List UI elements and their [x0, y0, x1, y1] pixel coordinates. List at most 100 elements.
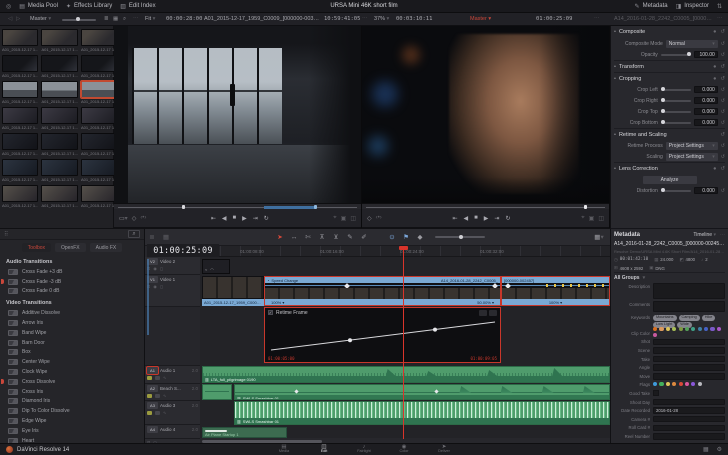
flag-swatch[interactable] [666, 382, 670, 386]
flag-swatch[interactable] [672, 382, 676, 386]
source-timecode[interactable]: 10:59:41:05 [324, 16, 360, 22]
clip-color-swatch[interactable] [653, 333, 657, 337]
clip-color-swatch[interactable] [653, 327, 657, 331]
timeline-viewer-options-icon[interactable]: ⋯ [594, 16, 600, 22]
media-clip[interactable]: A01_2015-12-17 1... [81, 55, 117, 78]
timeline-selector[interactable]: Master ▾ [470, 16, 491, 22]
media-clip[interactable]: A01_2015-12-17 1... [2, 29, 38, 52]
track-auto-icon[interactable]: ◻ [160, 284, 163, 289]
retime-process-reset-icon[interactable]: ↺ [721, 143, 725, 149]
timeline-grid-icon[interactable]: ▦ [159, 233, 173, 241]
media-pool-options-icon[interactable]: ⋯ [133, 16, 139, 22]
bin-back-icon[interactable]: ◁ [8, 16, 12, 22]
angle-input[interactable] [653, 364, 725, 371]
media-clip-selected[interactable]: A01_2015-12-17 1... [81, 81, 117, 104]
flag-swatch[interactable] [685, 382, 689, 386]
stop-button[interactable]: ■ [474, 215, 478, 221]
timeline-viewer-image[interactable] [362, 26, 609, 203]
transition-item[interactable]: Box [0, 348, 144, 358]
clip-color-swatch[interactable] [666, 327, 670, 331]
media-clip[interactable]: A01_2015-12-17 1... [41, 107, 77, 130]
transition-item[interactable]: Cross Fade -3 dB [0, 277, 144, 287]
scaling-reset-icon[interactable]: ↺ [721, 154, 725, 160]
solo-button[interactable] [155, 376, 160, 380]
goto-first-frame-button[interactable]: ⇤ [453, 215, 458, 222]
transition-item[interactable]: Cross Iris [0, 387, 144, 397]
transition-item[interactable]: Edge Wipe [0, 416, 144, 426]
scene-input[interactable] [653, 347, 725, 354]
media-clip[interactable]: A01_2015-12-17 1... [81, 107, 117, 130]
pen-tool[interactable]: ✎ [343, 233, 357, 241]
thumb-view-icon[interactable]: ▦ [113, 16, 118, 22]
match-frame-icon[interactable]: ⌖ [581, 215, 584, 222]
speed-bar[interactable]: 100% ▾ 50.00% ▾ [265, 299, 500, 305]
cropping-toggle[interactable]: ● [713, 76, 716, 82]
search-icon[interactable]: ⌕ [123, 16, 126, 23]
metadata-options-icon[interactable]: ⋯ [720, 232, 725, 238]
media-clip[interactable]: A01_2015-12-17 1... [2, 185, 38, 208]
keyword-chip[interactable]: Mountains [653, 315, 677, 321]
pen2-tool[interactable]: ✐ [357, 233, 371, 241]
trim-edit-tool[interactable]: ↔ [287, 234, 301, 241]
distortion-value[interactable]: 0.000 [694, 187, 718, 194]
distortion-slider[interactable] [661, 190, 691, 192]
track-enable-icon[interactable]: ◉ [153, 284, 157, 289]
transform-reset-icon[interactable]: ↺ [720, 64, 725, 70]
source-playhead-handle[interactable] [182, 205, 185, 209]
track-curve-icon[interactable]: ∿ [163, 393, 166, 398]
playhead-head[interactable] [399, 246, 408, 250]
flag-swatch[interactable] [679, 382, 683, 386]
track-header-a2[interactable]: A2Beach S...2.0 ∿ [145, 384, 200, 401]
timeline-playhead-handle[interactable] [584, 205, 587, 209]
media-clip[interactable]: A01_2015-12-17 1... [81, 185, 117, 208]
snapping-toggle[interactable]: ⊙ [385, 233, 399, 241]
camera-icon[interactable]: ▣ [341, 215, 347, 222]
analyze-button[interactable]: Analyze [643, 176, 697, 184]
track-curve-icon[interactable]: ∿ [163, 375, 166, 380]
track-header-v2[interactable]: V2Video 2 ⊡◉◻ [145, 257, 200, 275]
bin-forward-icon[interactable]: ▷ [16, 16, 20, 22]
transition-item[interactable]: Band Wipe [0, 328, 144, 338]
flag-swatch[interactable] [659, 382, 663, 386]
distortion-reset-icon[interactable]: ↺ [721, 188, 725, 194]
transition-item[interactable]: Clock Wipe [0, 367, 144, 377]
track-header-a3[interactable]: A3Audio 32.0 ∿ [145, 401, 200, 425]
media-clip[interactable]: A01_2015-12-17 1... [2, 107, 38, 130]
composite-mode-select[interactable]: Normal▾ [666, 40, 718, 48]
v1-clip-left[interactable]: A01_2015-12-17_1959_C0009_[000000-003072… [202, 276, 264, 306]
source-viewer-image[interactable] [114, 26, 361, 203]
transition-item[interactable]: Additive Dissolve [0, 308, 144, 318]
transition-item[interactable]: Diamond Iris [0, 397, 144, 407]
transition-item[interactable]: Eye Iris [0, 426, 144, 436]
media-clip[interactable]: A01_2015-12-17 1... [81, 133, 117, 156]
timeline-zoom-slider[interactable] [435, 236, 485, 238]
page-edit[interactable]: ◫Edit [304, 445, 344, 454]
tab-openfx[interactable]: OpenFX [55, 243, 86, 252]
media-clip[interactable]: A01_2015-12-17 1... [2, 159, 38, 182]
retime-checkbox[interactable]: ✓ [268, 310, 273, 315]
razor-tool[interactable]: ✄ [301, 233, 315, 241]
good-take-checkbox[interactable] [653, 390, 659, 396]
metadata-group-select[interactable]: All Groups▾ [614, 273, 725, 283]
media-clip[interactable]: A01_2015-12-17 1... [41, 29, 77, 52]
timeline-timecode[interactable]: 01:00:25:09 [536, 16, 572, 22]
thumbnail-size-slider[interactable] [62, 19, 96, 21]
media-clip[interactable]: A01_2015-12-17 1... [81, 29, 117, 52]
metadata-view-select[interactable]: Timeline ▾ [693, 232, 716, 238]
clip-color-swatch[interactable] [698, 327, 702, 331]
media-clip[interactable]: A01_2015-12-17 1... [41, 81, 77, 104]
track-enable-icon[interactable]: ◉ [153, 266, 157, 271]
timeline-list-icon[interactable]: ≣ [145, 233, 159, 241]
mute-button[interactable] [147, 411, 152, 415]
jog-control[interactable]: ‹•› [140, 215, 146, 221]
keyword-chip[interactable]: Camping [679, 315, 700, 321]
inspector-options-icon[interactable]: ⋯ [717, 16, 723, 22]
curve-options-icon[interactable] [489, 310, 497, 316]
retime-curve-editor[interactable]: ✓ Retime Frame 01:00:05:00 01:00:09:05 [264, 307, 501, 363]
audio-clip-small[interactable] [202, 384, 232, 400]
crop-top-reset-icon[interactable]: ↺ [721, 109, 725, 115]
opacity-slider[interactable] [661, 54, 691, 56]
panel-options-icon[interactable]: ⠿ [4, 231, 8, 238]
media-clip[interactable]: A01_2015-12-17 1... [41, 159, 77, 182]
timeline-view-options[interactable]: ▦▾ [592, 233, 606, 241]
